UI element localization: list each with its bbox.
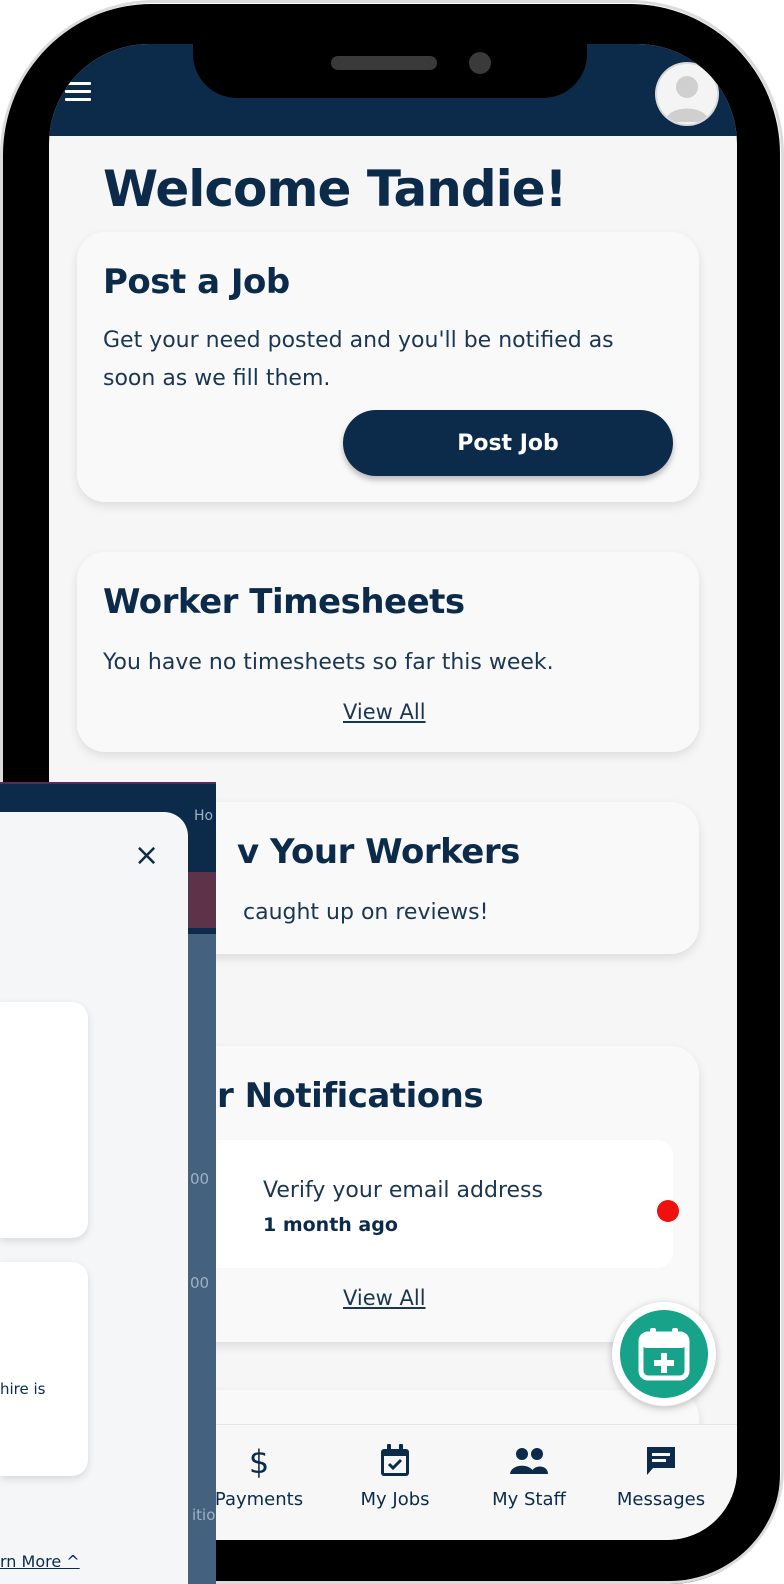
page-title: Welcome Tandie!: [103, 160, 567, 218]
nav-label: My Jobs: [360, 1489, 430, 1510]
timesheets-view-all-link[interactable]: View All: [343, 700, 426, 724]
notification-title: Verify your email address: [263, 1178, 543, 1203]
card-title: v Your Workers: [237, 832, 520, 872]
dollar-icon: $: [199, 1443, 319, 1479]
post-job-card: Post a Job Get your need posted and you'…: [77, 232, 699, 502]
overlay-dim-strip: [188, 934, 216, 1584]
nav-item-my-jobs[interactable]: My Jobs: [335, 1443, 455, 1510]
overlay-card: [0, 1002, 88, 1238]
card-title: Post a Job: [103, 262, 290, 302]
svg-text:$: $: [249, 1443, 269, 1479]
learn-more-link[interactable]: rn More ^: [0, 1552, 80, 1571]
avatar[interactable]: [657, 64, 717, 124]
overlay-card: hire is: [0, 1262, 88, 1476]
hamburger-menu-icon[interactable]: [65, 82, 91, 102]
people-icon: [469, 1443, 589, 1479]
close-icon[interactable]: ×: [134, 838, 159, 873]
front-camera: [469, 52, 491, 74]
add-shift-fab[interactable]: [612, 1302, 716, 1406]
worker-timesheets-card: Worker Timesheets You have no timesheets…: [77, 552, 699, 752]
overlay-fragment: 00: [190, 1170, 210, 1188]
overlay-panel: Ho × hire is rn More ^ 00 00 itio: [0, 782, 216, 1584]
nav-item-my-staff[interactable]: My Staff: [469, 1443, 589, 1510]
nav-item-payments[interactable]: $ Payments: [199, 1443, 319, 1510]
calendar-plus-icon: [638, 1328, 690, 1381]
card-description: Get your need posted and you'll be notif…: [103, 328, 614, 391]
card-description: caught up on reviews!: [243, 900, 489, 925]
overlay-card-text: hire is: [0, 1380, 46, 1398]
card-description: You have no timesheets so far this week.: [103, 650, 554, 675]
nav-label: Messages: [616, 1489, 706, 1510]
card-title: Worker Timesheets: [103, 582, 465, 622]
user-silhouette-icon: [665, 76, 709, 122]
calendar-check-icon: [335, 1443, 455, 1479]
phone-notch: [193, 38, 587, 98]
overlay-home-label: Ho: [194, 808, 214, 824]
card-title: r Notifications: [217, 1076, 484, 1116]
speaker-grille: [331, 56, 437, 70]
chat-icon: [601, 1443, 721, 1479]
nav-item-messages[interactable]: Messages: [601, 1443, 721, 1510]
post-job-button[interactable]: Post Job: [343, 410, 673, 476]
nav-label: My Staff: [492, 1489, 566, 1510]
nav-label: Payments: [214, 1489, 304, 1510]
overlay-fragment: 00: [190, 1274, 210, 1292]
notification-time: 1 month ago: [263, 1214, 398, 1236]
overlay-fragment: itio: [192, 1506, 216, 1524]
fab-background: [620, 1310, 708, 1398]
unread-dot: [657, 1200, 679, 1222]
overlay-sheet: × hire is rn More ^: [0, 812, 188, 1584]
notifications-view-all-link[interactable]: View All: [343, 1286, 426, 1310]
